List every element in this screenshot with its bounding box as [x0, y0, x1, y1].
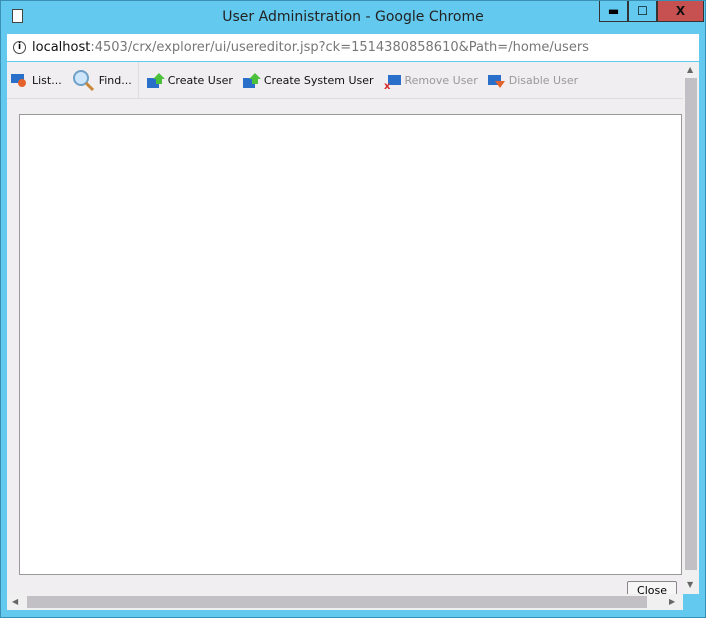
svg-text:x: x — [384, 81, 391, 89]
remove-user-label: Remove User — [404, 73, 478, 87]
scroll-right-icon[interactable]: ▶ — [669, 597, 675, 606]
disable-user-icon — [487, 73, 505, 88]
toolbar-separator — [137, 62, 139, 98]
create-user-button[interactable]: Create User — [146, 73, 233, 88]
vertical-scrollbar[interactable]: ▲ ▼ — [683, 62, 699, 594]
horizontal-scroll-thumb[interactable] — [27, 596, 647, 608]
minimize-button[interactable]: ▬ — [599, 1, 628, 22]
scroll-down-icon[interactable]: ▼ — [687, 580, 693, 589]
close-window-button[interactable]: X — [657, 1, 704, 22]
create-system-user-label: Create System User — [263, 73, 374, 87]
disable-user-button[interactable]: Disable User — [487, 73, 579, 88]
address-bar[interactable]: i localhost:4503/crx/explorer/ui/useredi… — [7, 34, 699, 61]
find-button[interactable]: Find... — [72, 69, 132, 92]
url-host: localhost — [32, 40, 91, 55]
horizontal-scrollbar[interactable]: ◀ ▶ — [7, 594, 683, 610]
scroll-left-icon[interactable]: ◀ — [12, 597, 18, 606]
create-system-user-icon — [242, 73, 261, 88]
create-user-icon — [146, 73, 165, 88]
remove-user-button[interactable]: x Remove User — [384, 73, 478, 93]
remove-user-icon: x — [384, 73, 401, 92]
maximize-button[interactable]: ☐ — [628, 1, 657, 22]
create-user-label: Create User — [167, 73, 233, 87]
toolbar: List... Find... Create User Create Syste… — [7, 62, 683, 99]
list-button[interactable]: List... — [11, 73, 62, 87]
list-users-icon — [11, 73, 27, 87]
create-system-user-button[interactable]: Create System User — [242, 73, 374, 88]
user-editor-panel — [19, 114, 682, 575]
find-label: Find... — [98, 73, 132, 87]
list-label: List... — [32, 73, 62, 87]
vertical-scroll-thumb[interactable] — [685, 78, 697, 570]
info-icon[interactable]: i — [13, 41, 26, 54]
page: List... Find... Create User Create Syste… — [7, 62, 683, 599]
disable-user-label: Disable User — [508, 73, 579, 87]
url-path: :4503/crx/explorer/ui/usereditor.jsp?ck=… — [90, 40, 589, 55]
browser-window: User Administration - Google Chrome ▬ ☐ … — [0, 0, 706, 618]
scroll-up-icon[interactable]: ▲ — [687, 65, 693, 74]
magnifier-icon — [72, 69, 94, 92]
